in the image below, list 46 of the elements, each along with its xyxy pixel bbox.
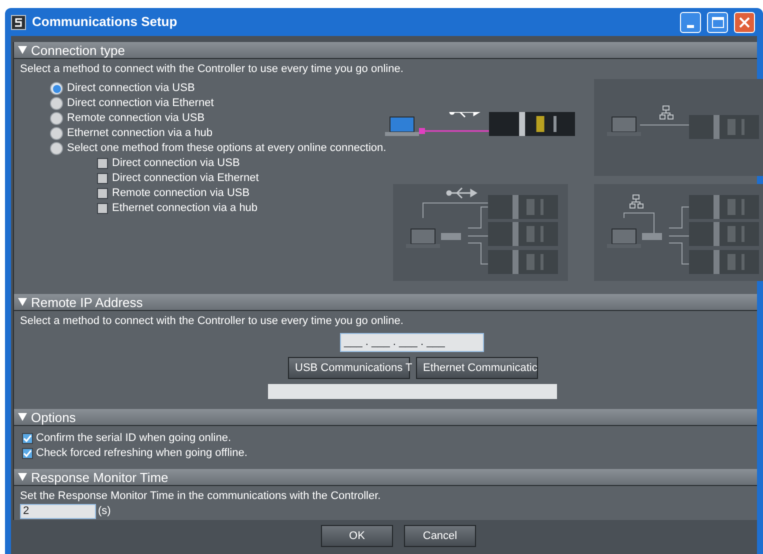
description-text: Set the Response Monitor Time in the communications with the Controller. [20,489,382,503]
description-text: Select a method to connect with the Controller to use every time you go online. [20,314,404,328]
dialog-button[interactable]: Cancel [404,525,476,547]
checkbox-label[interactable]: Ethernet connection via a hub [112,200,258,217]
radio-button[interactable] [50,127,63,140]
collapse-triangle-icon [18,413,27,421]
collapse-triangle-icon [18,298,27,306]
communications-button[interactable]: Ethernet Communicatic [416,357,538,379]
response-time-field[interactable]: 2 [20,504,96,519]
checkbox[interactable] [22,433,33,444]
section-header[interactable]: Connection type [14,42,757,59]
dialog-button[interactable]: OK [321,525,393,547]
radio-button[interactable] [50,97,63,110]
section-header[interactable]: Response Monitor Time [14,469,757,486]
app-icon [11,14,26,30]
unit-label: (s) [98,504,111,519]
radio-label[interactable]: Select one method from these options at every online connection. [67,140,386,157]
checkbox-label[interactable]: Direct connection via USB [112,155,240,172]
checkbox-label[interactable]: Remote connection via USB [112,185,250,202]
ip-address-field[interactable]: ___ . ___ . ___ . ___ [340,333,484,352]
minimize-button[interactable] [680,12,701,32]
radio-label[interactable]: Ethernet connection via a hub [67,125,213,142]
collapse-triangle-icon [18,473,27,481]
close-button[interactable] [734,12,755,32]
communications-button[interactable]: USB Communications T [288,357,410,379]
radio-label[interactable]: Remote connection via USB [67,110,205,127]
maximize-button[interactable] [707,12,728,32]
description-text: Select a method to connect with the Controller to use every time you go online. [20,62,404,76]
radio-button[interactable] [50,142,63,155]
checkbox[interactable] [22,448,33,459]
section-header[interactable]: Options [14,409,757,426]
collapse-triangle-icon [18,46,27,54]
radio-button[interactable] [50,82,63,95]
checkbox[interactable] [97,158,108,169]
radio-button[interactable] [50,112,63,125]
radio-label[interactable]: Direct connection via Ethernet [67,95,214,112]
close-icon [739,16,750,28]
checkbox-label[interactable]: Check forced refreshing when going offline. [36,445,248,462]
checkbox[interactable] [97,203,108,214]
radio-label[interactable]: Direct connection via USB [67,80,195,97]
section-header[interactable]: Remote IP Address [14,294,757,311]
window-title: Communications Setup [32,13,178,32]
checkbox-label[interactable]: Confirm the serial ID when going online. [36,430,232,447]
checkbox-label[interactable]: Direct connection via Ethernet [112,170,259,187]
checkbox[interactable] [97,173,108,184]
checkbox[interactable] [97,188,108,199]
